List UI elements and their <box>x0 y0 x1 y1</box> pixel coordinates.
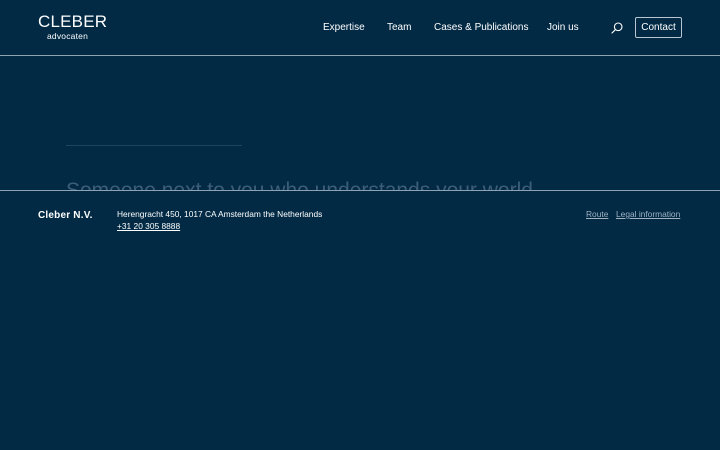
address: Herengracht 450, 1017 CA Amsterdam the N… <box>117 209 323 219</box>
phone-link[interactable]: +31 20 305 8888 <box>117 220 180 232</box>
legal-information-link[interactable]: Legal information <box>616 208 680 220</box>
logo-subtitle: advocaten <box>47 31 89 41</box>
hero-divider <box>66 145 242 146</box>
site-header: CLEBER advocaten Expertise Team Cases & … <box>0 0 720 56</box>
company-name: Cleber N.V. <box>38 210 93 221</box>
nav-item-join-us[interactable]: Join us <box>547 20 579 36</box>
route-link[interactable]: Route <box>586 208 608 220</box>
hero-heading: Someone next to you who understands your… <box>66 178 533 190</box>
site-footer: Cleber N.V. Herengracht 450, 1017 CA Ams… <box>0 190 720 450</box>
logo-name: CLEBER <box>38 12 108 31</box>
search-button[interactable] <box>610 21 624 35</box>
nav-item-team[interactable]: Team <box>387 20 411 36</box>
search-icon <box>611 22 623 34</box>
contact-button[interactable]: Contact <box>635 17 682 38</box>
nav-item-cases-publications[interactable]: Cases & Publications <box>434 20 529 36</box>
page: CLEBER advocaten Expertise Team Cases & … <box>0 0 720 450</box>
logo[interactable]: CLEBER advocaten <box>38 13 107 43</box>
nav-item-expertise[interactable]: Expertise <box>323 20 365 36</box>
